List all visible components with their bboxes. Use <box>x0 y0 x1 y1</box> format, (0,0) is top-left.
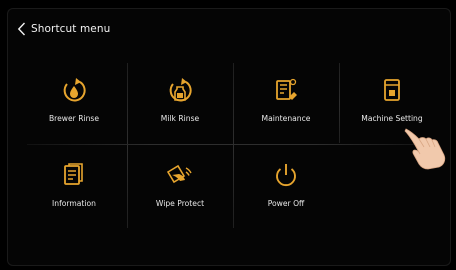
wipe-protect-icon <box>166 164 192 184</box>
tile-label: Maintenance <box>261 114 311 123</box>
milk-rinse-icon <box>169 78 192 102</box>
grid-divider <box>339 63 340 143</box>
tile-brewer-rinse[interactable]: Brewer Rinse <box>32 69 116 131</box>
tile-power-off[interactable]: Power Off <box>244 154 328 216</box>
machine-setting-icon <box>384 79 400 101</box>
tile-label: Machine Setting <box>361 114 423 123</box>
shortcut-grid: Brewer Rinse Milk Rinse Maintenance Mach… <box>7 8 451 266</box>
tapping-hand-icon <box>404 128 446 170</box>
tile-label: Information <box>52 199 96 208</box>
tile-maintenance[interactable]: Maintenance <box>244 69 328 131</box>
information-icon <box>64 163 83 185</box>
tile-label: Power Off <box>267 199 305 208</box>
tile-label: Brewer Rinse <box>48 114 100 123</box>
screen: Shortcut menu Brewer Rinse Milk Rinse Ma… <box>7 8 451 266</box>
grid-divider <box>233 63 234 228</box>
grid-divider <box>127 63 128 228</box>
tile-machine-setting[interactable]: Machine Setting <box>350 69 434 131</box>
tile-milk-rinse[interactable]: Milk Rinse <box>138 69 222 131</box>
tile-label: Milk Rinse <box>160 114 200 123</box>
power-off-icon <box>276 164 296 187</box>
tile-information[interactable]: Information <box>32 154 116 216</box>
maintenance-icon <box>276 78 297 100</box>
brewer-rinse-icon <box>63 78 86 102</box>
tile-label: Wipe Protect <box>155 199 205 208</box>
grid-divider <box>27 144 437 145</box>
tile-wipe-protect[interactable]: Wipe Protect <box>138 154 222 216</box>
